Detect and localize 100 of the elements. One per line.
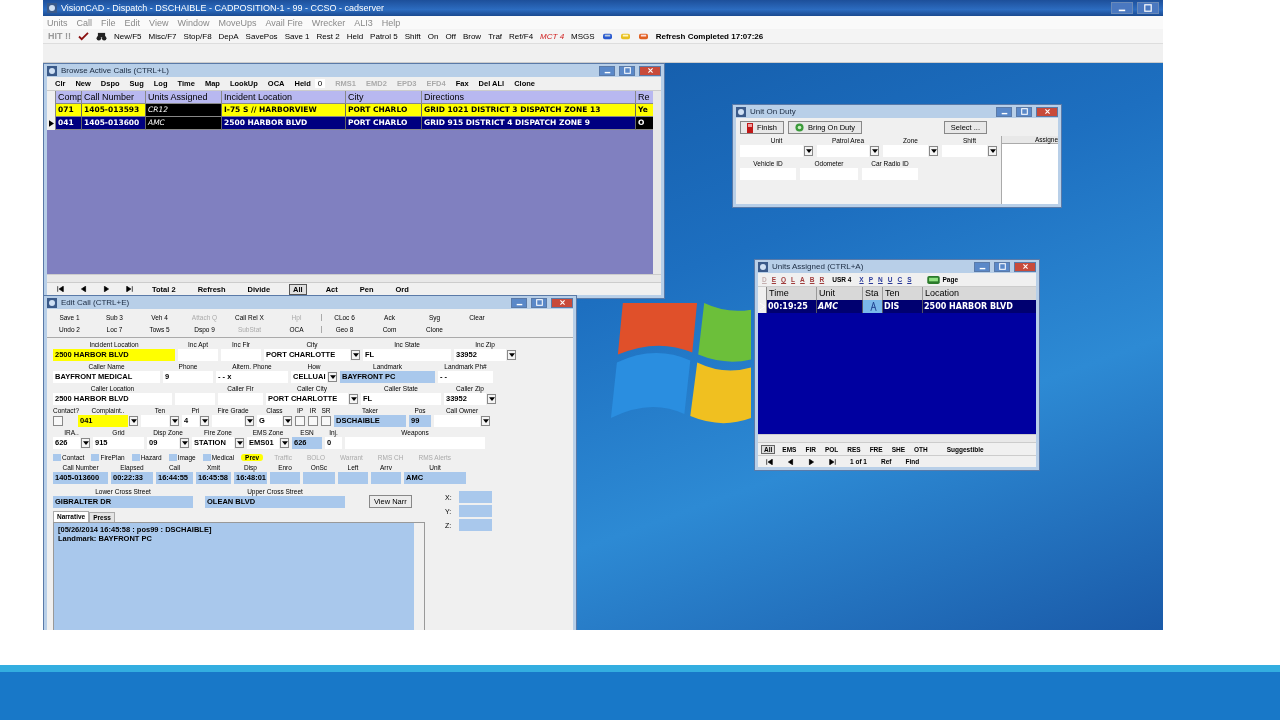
- toolbar-button[interactable]: Stop/F8: [183, 31, 212, 41]
- dropdown-button[interactable]: [129, 416, 138, 426]
- dropdown-button[interactable]: [235, 438, 244, 448]
- checkbox[interactable]: [308, 416, 318, 426]
- text-field[interactable]: [141, 415, 169, 427]
- navigation-arrow-icon[interactable]: [829, 458, 836, 465]
- unit-row[interactable]: 00:19:25 AMC DIS 2500 HARBOR BLVD: [758, 300, 1036, 313]
- toolbar-button[interactable]: Shift: [404, 31, 421, 41]
- toolbar-button[interactable]: Brow: [462, 31, 482, 41]
- dropdown-button[interactable]: [349, 394, 358, 404]
- maximize-button[interactable]: [994, 261, 1010, 272]
- dropdown-button[interactable]: [245, 416, 254, 426]
- time-field: [371, 472, 401, 484]
- minimize-button[interactable]: [996, 106, 1012, 117]
- coordinate-field[interactable]: [459, 491, 492, 503]
- toolbar-button[interactable]: MSGS: [571, 31, 595, 41]
- navigation-arrow-icon[interactable]: [787, 458, 794, 465]
- maximize-icon: [1020, 108, 1028, 115]
- toolbar-button[interactable]: DepA: [218, 31, 239, 41]
- dropdown-button[interactable]: [180, 438, 189, 448]
- checkbox[interactable]: [53, 416, 63, 426]
- dropdown-button[interactable]: [481, 416, 490, 426]
- close-button[interactable]: [551, 297, 573, 308]
- text-field[interactable]: [212, 415, 244, 427]
- toolbar-button[interactable]: Ref/F4: [509, 31, 534, 41]
- toolbar-button[interactable]: Held: [346, 31, 364, 41]
- toolbar-button[interactable]: Patrol 5: [370, 31, 398, 41]
- close-icon: [646, 67, 654, 74]
- menu-item[interactable]: MoveUps: [218, 17, 257, 28]
- navigation-arrow-icon[interactable]: [766, 458, 773, 465]
- text-field[interactable]: [434, 415, 480, 427]
- menu-item[interactable]: Avail Fire: [265, 17, 303, 28]
- menu-item[interactable]: Units: [47, 17, 68, 28]
- caret-icon: [329, 375, 336, 379]
- dropdown-button[interactable]: [170, 416, 179, 426]
- navigation-arrow-icon[interactable]: [808, 458, 815, 465]
- dropdown-field[interactable]: [817, 145, 869, 157]
- maximize-button[interactable]: [1137, 2, 1159, 14]
- dropdown-button[interactable]: [804, 146, 813, 156]
- dropdown-button[interactable]: [507, 350, 516, 360]
- dropdown-button[interactable]: [988, 146, 997, 156]
- close-button[interactable]: [1014, 261, 1036, 272]
- row-pointer-icon: [48, 120, 54, 127]
- close-button[interactable]: [639, 65, 661, 76]
- close-button[interactable]: [1036, 106, 1058, 117]
- window-title: Edit Call (CTRL+E): [61, 298, 130, 307]
- toolbar-button[interactable]: Off: [445, 31, 456, 41]
- dropdown-button[interactable]: [487, 394, 496, 404]
- maximize-icon: [998, 263, 1006, 270]
- dropdown-button[interactable]: [351, 350, 360, 360]
- dropdown-field[interactable]: [942, 145, 987, 157]
- dropdown-button[interactable]: [81, 438, 90, 448]
- scrollbar[interactable]: [758, 434, 1036, 442]
- dropdown-button[interactable]: [328, 372, 337, 382]
- menu-item[interactable]: Wrecker: [311, 17, 346, 28]
- pager-icon: [926, 275, 940, 284]
- menu-item[interactable]: View: [149, 17, 169, 28]
- toolbar-button[interactable]: On: [427, 31, 439, 41]
- maximize-icon: [535, 299, 543, 306]
- navigation-arrow-icon[interactable]: [57, 286, 64, 292]
- toolbar-button[interactable]: SavePos: [245, 31, 278, 41]
- coordinate-field[interactable]: [459, 505, 492, 517]
- maximize-button[interactable]: [619, 65, 635, 76]
- row-header[interactable]: [47, 117, 56, 130]
- navigation-arrow-icon[interactable]: [126, 286, 133, 292]
- dropdown-field[interactable]: [883, 145, 928, 157]
- maximize-button[interactable]: [531, 297, 547, 308]
- toolbar-button[interactable]: MCT 4: [540, 31, 565, 41]
- toolbar-button[interactable]: Rest 2: [316, 31, 340, 41]
- menu-item[interactable]: Edit: [124, 17, 141, 28]
- toolbar-button[interactable]: Misc/F7: [148, 31, 177, 41]
- caret-icon: [171, 419, 178, 423]
- dropdown-button[interactable]: [283, 416, 292, 426]
- maximize-button[interactable]: [1016, 106, 1032, 117]
- toolbar-button[interactable]: New/F5: [114, 31, 142, 41]
- checkbox[interactable]: [295, 416, 305, 426]
- menu-item[interactable]: File: [101, 17, 116, 28]
- minimize-button[interactable]: [974, 261, 990, 272]
- menu-item[interactable]: Window: [177, 17, 210, 28]
- dropdown-button[interactable]: [200, 416, 209, 426]
- toolbar-button[interactable]: Save 1: [284, 31, 310, 41]
- scrollbar[interactable]: [653, 91, 661, 274]
- dropdown-field[interactable]: [740, 145, 803, 157]
- caret-icon: [181, 441, 188, 445]
- dropdown-button[interactable]: [929, 146, 938, 156]
- navigation-arrow-icon[interactable]: [103, 286, 110, 292]
- scrollbar[interactable]: [414, 523, 424, 630]
- menu-item[interactable]: Help: [381, 17, 401, 28]
- minimize-button[interactable]: [599, 65, 615, 76]
- minimize-button[interactable]: [1111, 2, 1133, 14]
- coordinate-field[interactable]: [459, 519, 492, 531]
- minimize-button[interactable]: [511, 297, 527, 308]
- scrollbar[interactable]: [47, 274, 661, 282]
- toolbar-button[interactable]: Traf: [488, 31, 503, 41]
- navigation-arrow-icon[interactable]: [80, 286, 87, 292]
- table-cell: DIS: [883, 300, 923, 313]
- dropdown-button[interactable]: [280, 438, 289, 448]
- menu-item[interactable]: Call: [76, 17, 93, 28]
- dropdown-button[interactable]: [870, 146, 879, 156]
- checkbox[interactable]: [321, 416, 331, 426]
